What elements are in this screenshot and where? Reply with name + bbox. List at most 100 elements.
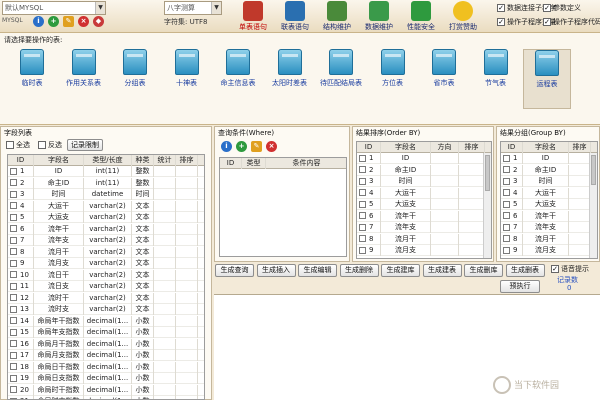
table-row[interactable]: 3 时间 [501,176,597,187]
row-checkbox[interactable] [359,189,366,196]
table-row[interactable]: 13 流时支 varchar(2) 文本 [8,304,204,315]
row-checkbox[interactable] [359,212,366,219]
row-checkbox[interactable] [10,294,17,301]
table-row[interactable]: 16 命局月干指数 decimal(1... 小数 [8,338,204,350]
row-checkbox[interactable] [10,305,17,313]
column-header[interactable]: 种类 [132,155,154,166]
row-checkbox[interactable] [10,202,17,209]
scrollbar-thumb[interactable] [485,155,490,191]
column-header[interactable]: 统计 [154,155,176,166]
table-item[interactable]: 分组表 [111,49,159,109]
table-row[interactable]: 7 流年支 [357,222,491,233]
toolbar-button-1[interactable]: 单表语句 [232,0,274,33]
table-row[interactable]: 5 大运支 [501,199,597,210]
table-item[interactable]: 待匹配结局表 [317,49,365,109]
database-select[interactable]: 默认MYSQL ▼ [2,1,106,15]
row-checkbox[interactable] [359,235,366,242]
table-row[interactable]: 4 大运干 varchar(2) 文本 [8,200,204,212]
table-row[interactable]: 3 时间 datetime 时间 [8,189,204,200]
column-header[interactable]: ID [357,142,381,153]
generate-button-6[interactable]: 生成建表 [422,264,462,277]
table-row[interactable]: 3 时间 [357,176,491,187]
option-checkbox[interactable]: ✓ 参数定义 [543,3,581,13]
table-row[interactable]: 6 流年干 [357,210,491,222]
row-checkbox[interactable] [10,167,17,175]
toolbar-button-5[interactable]: 性能安全 [400,0,442,33]
row-checkbox[interactable] [10,363,17,370]
info-icon[interactable]: i [221,141,232,152]
record-limit-button[interactable]: 记录限制 [67,139,103,151]
row-checkbox[interactable] [503,189,510,196]
table-row[interactable]: 1 ID [501,153,597,164]
row-checkbox[interactable] [10,179,17,186]
table-row[interactable]: 11 流日支 varchar(2) 文本 [8,281,204,292]
table-item[interactable]: 作用关系表 [60,49,108,109]
vertical-scrollbar[interactable] [589,153,597,258]
column-header[interactable]: 条件内容 [266,158,346,169]
row-checkbox[interactable] [10,328,17,336]
column-header[interactable]: 方向 [431,142,459,153]
table-row[interactable]: 10 流日干 varchar(2) 文本 [8,269,204,281]
delete-icon[interactable]: × [78,16,89,27]
table-row[interactable]: 9 流月支 varchar(2) 文本 [8,258,204,269]
table-item[interactable]: 命主信息表 [214,49,262,109]
table-row[interactable]: 20 命局时干指数 decimal(1... 小数 [8,384,204,396]
row-checkbox[interactable] [10,282,17,290]
row-checkbox[interactable] [503,212,510,219]
toolbar-button-6[interactable]: 打赏赞助 [442,0,484,33]
row-checkbox[interactable] [10,271,17,278]
delete-icon[interactable]: × [266,141,277,152]
table-item[interactable]: 十神表 [163,49,211,109]
row-checkbox[interactable] [503,235,510,242]
select-all-checkbox[interactable]: 全选 [6,140,30,150]
table-row[interactable]: 7 流年支 [501,222,597,233]
table-row[interactable]: 2 命主ID [501,164,597,176]
generate-button-1[interactable]: 生成查询 [215,264,254,277]
row-checkbox[interactable] [359,200,366,208]
column-header[interactable]: 字段名 [381,142,431,153]
table-row[interactable]: 2 命主ID int(11) 整数 [8,177,204,189]
table-row[interactable]: 18 命局日干指数 decimal(1... 小数 [8,361,204,373]
row-checkbox[interactable] [359,223,366,231]
row-checkbox[interactable] [503,154,510,162]
row-checkbox[interactable] [359,166,366,173]
table-row[interactable]: 12 流时干 varchar(2) 文本 [8,292,204,304]
table-row[interactable]: 9 流月支 [357,245,491,256]
column-header[interactable]: 字段名 [34,155,84,166]
row-checkbox[interactable] [359,177,366,185]
row-checkbox[interactable] [10,317,17,324]
table-row[interactable]: 19 命局日支指数 decimal(1... 小数 [8,373,204,384]
vertical-scrollbar[interactable] [483,153,491,258]
scrollbar-thumb[interactable] [591,155,596,185]
table-row[interactable]: 1 ID int(11) 整数 [8,166,204,177]
table-row[interactable]: 7 流年支 varchar(2) 文本 [8,235,204,246]
column-header[interactable]: ID [220,158,242,169]
table-item[interactable]: 省市表 [420,49,468,109]
row-checkbox[interactable] [10,374,17,382]
row-checkbox[interactable] [10,236,17,244]
row-checkbox[interactable] [503,166,510,173]
row-checkbox[interactable] [359,246,366,254]
column-header[interactable]: 类型/长度 [84,155,132,166]
toolbar-button-3[interactable]: 结构维护 [316,0,358,33]
row-checkbox[interactable] [503,223,510,231]
toolbar-button-4[interactable]: 数据维护 [358,0,400,33]
generate-button-7[interactable]: 生成删库 [464,264,503,277]
table-item[interactable]: 节气表 [472,49,520,109]
column-header[interactable]: 排序 [569,142,591,153]
table-row[interactable]: 1 ID [357,153,491,164]
add-icon[interactable]: + [48,16,59,27]
table-row[interactable]: 6 流年干 [501,210,597,222]
table-row[interactable]: 17 命局月支指数 decimal(1... 小数 [8,350,204,361]
scheme-select[interactable]: 八字测算 ▼ [164,1,222,15]
column-header[interactable]: ID [501,142,523,153]
row-checkbox[interactable] [503,246,510,254]
column-header[interactable]: 排序 [176,155,198,166]
table-row[interactable]: 14 命局年干指数 decimal(1... 小数 [8,315,204,327]
table-row[interactable]: 2 命主ID [357,164,491,176]
row-checkbox[interactable] [10,386,17,393]
row-checkbox[interactable] [503,200,510,208]
gem-icon[interactable]: ◆ [93,16,104,27]
generate-button-4[interactable]: 生成删除 [339,264,379,277]
row-checkbox[interactable] [10,340,17,347]
